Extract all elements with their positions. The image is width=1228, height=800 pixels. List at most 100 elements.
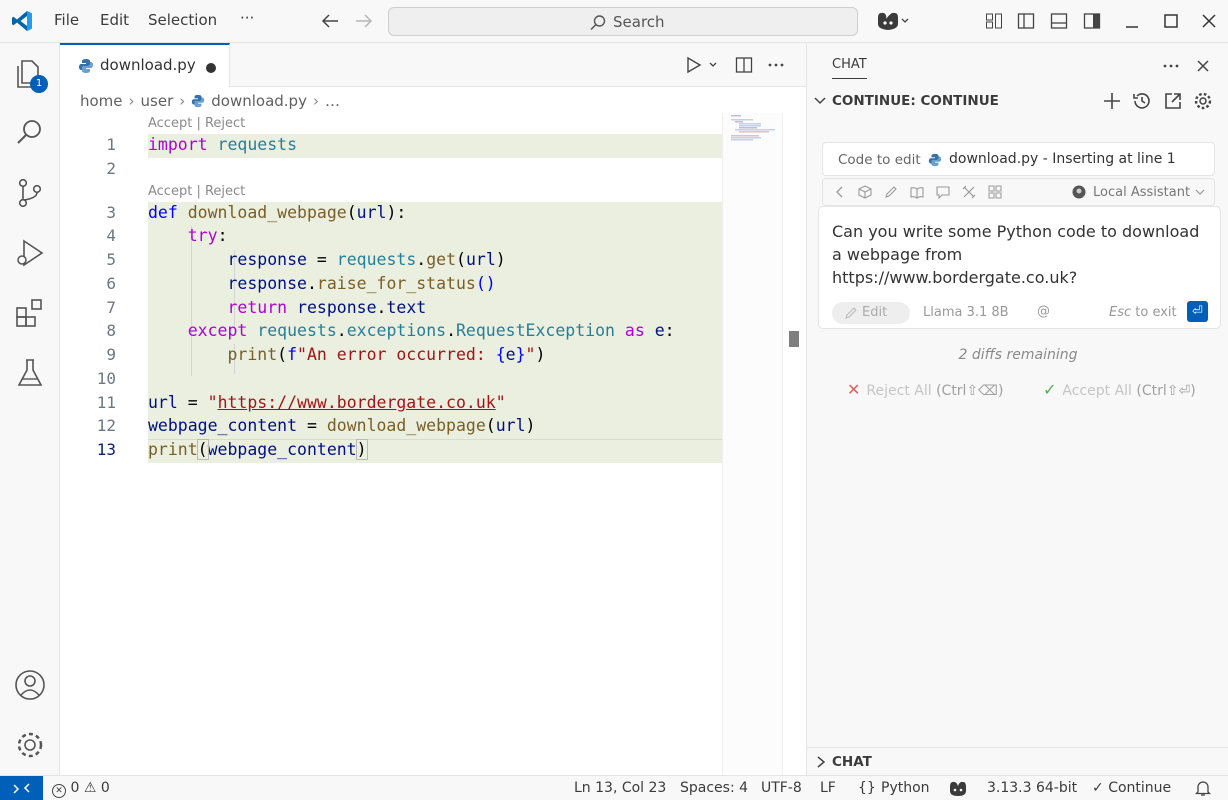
breadcrumb-home[interactable]: home xyxy=(80,92,123,110)
end-of-line[interactable]: LF xyxy=(820,780,836,796)
extensions-icon[interactable] xyxy=(12,295,48,331)
assistant-selector[interactable]: Local Assistant xyxy=(1093,185,1190,200)
run-debug-icon[interactable] xyxy=(12,235,48,271)
minimize-icon[interactable] xyxy=(1124,12,1140,30)
accept-all-button[interactable]: ✓ Accept All (Ctrl⇧⏎) xyxy=(1043,380,1196,399)
more-actions-icon[interactable] xyxy=(767,56,785,74)
breadcrumb-file[interactable]: download.py xyxy=(211,92,307,110)
chevron-down-icon[interactable] xyxy=(1195,187,1205,197)
unsaved-dot-icon[interactable] xyxy=(206,63,216,73)
token: f xyxy=(287,345,298,364)
more-actions-icon[interactable] xyxy=(1162,57,1180,75)
breadcrumb-user[interactable]: user xyxy=(141,92,174,110)
run-python-icon[interactable] xyxy=(684,56,720,74)
close-window-icon[interactable] xyxy=(1201,12,1217,30)
source-control-icon[interactable] xyxy=(12,175,48,211)
cursor-position[interactable]: Ln 13, Col 23 xyxy=(574,780,666,796)
token: get xyxy=(426,250,457,269)
check-icon: ✓ xyxy=(1043,380,1057,399)
menu-more[interactable]: ··· xyxy=(240,9,254,27)
continue-status[interactable]: ✓ Continue xyxy=(1092,780,1171,796)
send-button[interactable]: ⏎ xyxy=(1187,301,1208,322)
python-file-icon xyxy=(928,153,942,167)
maximize-icon[interactable] xyxy=(1163,12,1179,30)
reject-all-button[interactable]: ✕ Reject All (Ctrl⇧⌫) xyxy=(847,380,1003,399)
testing-flask-icon[interactable] xyxy=(12,355,48,391)
error-count: 0 xyxy=(70,780,80,796)
warning-count: 0 xyxy=(100,780,110,796)
open-external-icon[interactable] xyxy=(1163,91,1183,111)
settings-gear-icon[interactable] xyxy=(1193,91,1213,111)
accept-reject-lens-1[interactable]: Accept | Reject xyxy=(148,116,245,131)
edit-mode-pill[interactable]: Edit xyxy=(832,302,910,324)
copilot-icon[interactable] xyxy=(874,10,910,32)
chat-prompt-text[interactable]: Can you write some Python code to downlo… xyxy=(832,220,1212,289)
remote-indicator[interactable] xyxy=(0,776,43,800)
breadcrumb-more[interactable]: … xyxy=(325,92,340,110)
model-selector[interactable]: Llama 3.1 8B xyxy=(923,305,1009,320)
chat-tab[interactable]: CHAT xyxy=(832,57,867,79)
code-line-4[interactable]: try: xyxy=(148,226,228,245)
line-number: 2 xyxy=(106,159,116,178)
language-mode[interactable]: Python xyxy=(881,780,930,796)
check-icon: ✓ xyxy=(1092,780,1104,796)
menu-file[interactable]: File xyxy=(54,11,79,29)
vertical-scrollbar[interactable] xyxy=(782,113,806,775)
chevron-down-icon[interactable] xyxy=(813,94,827,108)
token: : xyxy=(217,226,228,245)
indentation[interactable]: Spaces: 4 xyxy=(680,780,748,796)
close-panel-icon[interactable] xyxy=(1194,57,1212,75)
token: " xyxy=(495,393,506,412)
explorer-icon[interactable]: 1 xyxy=(12,55,48,93)
chat-input-box[interactable]: Can you write some Python code to downlo… xyxy=(818,206,1221,329)
code-line-12[interactable]: webpage_content = download_webpage(url) xyxy=(148,416,535,435)
code-line-8[interactable]: except requests.exceptions.RequestExcept… xyxy=(148,321,675,340)
pencil-icon[interactable] xyxy=(884,185,898,199)
code-to-edit-file[interactable]: download.py - Inserting at line 1 xyxy=(949,151,1176,167)
encoding[interactable]: UTF-8 xyxy=(761,780,802,796)
toggle-primary-sidebar-icon[interactable] xyxy=(1017,12,1035,30)
python-interpreter[interactable]: 3.13.3 64-bit xyxy=(987,780,1077,796)
scrollbar-thumb[interactable] xyxy=(789,331,799,347)
code-line-13[interactable]: print(webpage_content) xyxy=(148,439,368,460)
split-editor-icon[interactable] xyxy=(735,56,753,74)
history-icon[interactable] xyxy=(1132,91,1152,111)
accept-reject-lens-2[interactable]: Accept | Reject xyxy=(148,184,245,199)
code-line-9[interactable]: print(f"An error occurred: {e}") xyxy=(148,345,545,364)
toggle-panel-icon[interactable] xyxy=(1050,12,1068,30)
code-line-5[interactable]: response = requests.get(url) xyxy=(148,250,505,269)
code-to-edit-label: Code to edit xyxy=(838,152,921,168)
chat-section-collapsed[interactable]: CHAT xyxy=(807,747,1228,775)
notifications-bell-icon[interactable] xyxy=(1195,780,1211,797)
menu-selection[interactable]: Selection xyxy=(148,11,217,29)
forward-arrow-icon[interactable] xyxy=(354,12,374,30)
comment-icon[interactable] xyxy=(936,185,950,199)
command-center-search[interactable]: Search xyxy=(388,7,858,36)
accounts-icon[interactable] xyxy=(12,667,48,703)
tab-download-py[interactable]: download.py xyxy=(60,43,230,87)
book-icon[interactable] xyxy=(910,185,924,199)
cube-icon[interactable] xyxy=(858,185,872,199)
manage-gear-icon[interactable] xyxy=(12,727,48,763)
problems-indicator[interactable]: ✕ 0 ⚠ 0 xyxy=(52,780,110,798)
chevron-left-icon[interactable] xyxy=(833,185,847,199)
search-view-icon[interactable] xyxy=(12,115,48,151)
continue-section-title[interactable]: CONTINUE: CONTINUE xyxy=(832,93,999,109)
toggle-secondary-sidebar-icon[interactable] xyxy=(1083,12,1101,30)
code-line-6[interactable]: response.raise_for_status() xyxy=(148,274,495,293)
copilot-status-icon[interactable] xyxy=(948,780,968,797)
pencil-icon xyxy=(844,306,858,320)
back-arrow-icon[interactable] xyxy=(320,12,340,30)
minimap[interactable] xyxy=(722,113,782,775)
code-line-11[interactable]: url = "https://www.bordergate.co.uk" xyxy=(148,393,506,412)
mention-at-icon[interactable]: @ xyxy=(1037,304,1050,319)
tools-icon[interactable] xyxy=(962,185,976,199)
blocks-icon[interactable] xyxy=(988,185,1002,199)
new-session-plus-icon[interactable] xyxy=(1102,91,1122,111)
code-line-3[interactable]: def download_webpage(url): xyxy=(148,203,406,222)
menu-edit[interactable]: Edit xyxy=(100,11,129,29)
code-line-7[interactable]: return response.text xyxy=(148,298,426,317)
code-line-1[interactable]: import requests xyxy=(148,135,297,154)
customize-layout-icon[interactable] xyxy=(985,12,1003,30)
url-link[interactable]: https://www.bordergate.co.uk xyxy=(218,393,496,412)
